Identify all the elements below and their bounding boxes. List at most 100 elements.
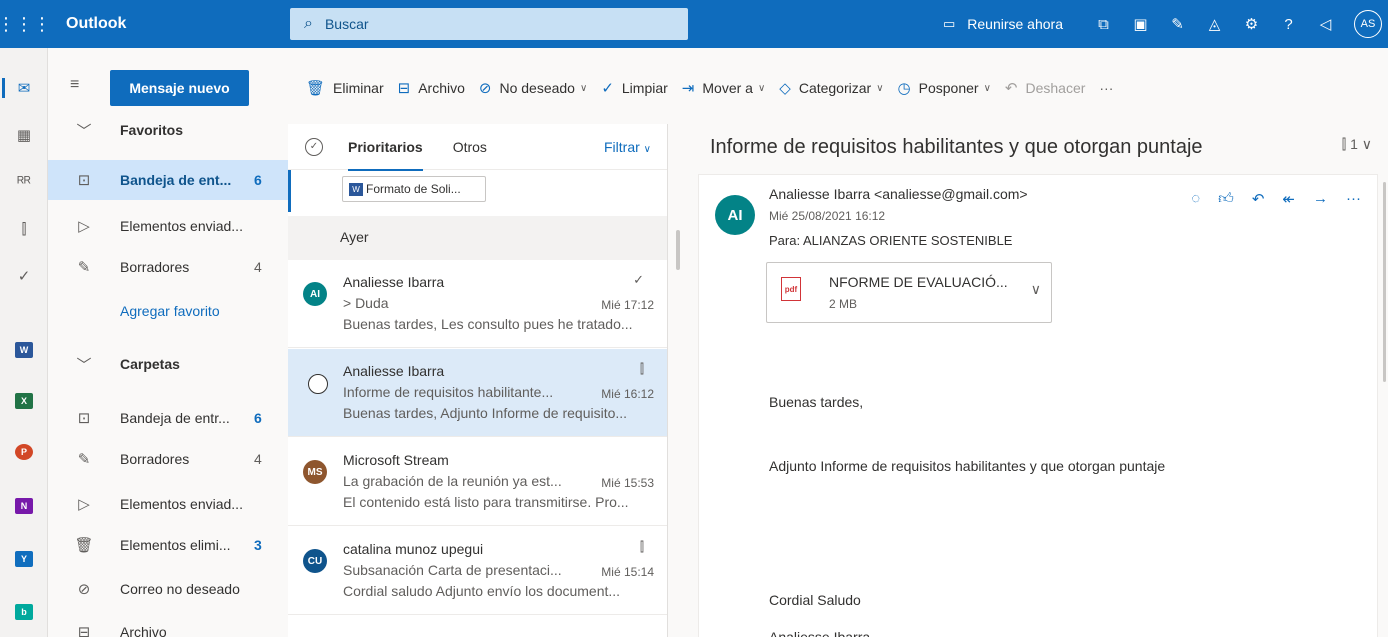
folders-label: Carpetas [120,356,180,372]
help-icon[interactable]: ? [1270,16,1307,33]
reply-all-icon[interactable]: ↞ [1282,190,1295,208]
meet-now-button[interactable]: ▭ Reunirse ahora [943,16,1063,32]
calendar-icon[interactable]: ▦ [0,119,48,151]
pdf-icon: pdf [781,277,801,301]
folder-sent-favorite[interactable]: ▷ Elementos enviad... [48,206,288,246]
search-box[interactable]: ⌕ Buscar [290,8,688,40]
menu-icon[interactable]: ≡ [70,76,79,94]
excel-app-icon[interactable]: X [0,385,48,417]
chevron-down-icon[interactable]: ∨ [1031,281,1041,298]
app-launcher-icon[interactable]: ⋮⋮⋮ [0,0,51,48]
bookings-app-icon[interactable]: b [0,596,48,628]
paperclip-icon[interactable]: ⫿ [0,213,48,245]
word-icon[interactable]: ▣ [1122,15,1159,33]
chevron-down-icon: ∨ [876,82,884,94]
top-bar-actions: ▭ Reunirse ahora ⧉ ▣ ✎ ◬ ⚙ ? ◁ AS [943,0,1388,48]
sender-address[interactable]: Analiesse Ibarra <analiesse@gmail.com> [769,186,1028,202]
folder-drafts[interactable]: ✎ Borradores 4 [48,439,288,479]
message-time: Mié 17:12 [601,298,654,312]
pencil-icon: ✎ [77,259,91,276]
teams-icon[interactable]: ⧉ [1085,16,1122,33]
archive-label: Archivo [418,80,465,96]
search-placeholder: Buscar [324,16,369,32]
body-greeting: Buenas tardes, [769,394,864,410]
attachment-chip[interactable]: W Formato de Soli... [342,176,486,202]
folders-header[interactable]: ﹀ Carpetas [48,344,288,384]
categorize-label: Categorizar [798,80,872,96]
gear-icon[interactable]: ⚙ [1233,15,1270,33]
select-message-radio[interactable] [308,374,328,394]
word-app-icon[interactable]: W [0,334,48,366]
tab-focused[interactable]: Prioritarios [348,139,423,171]
folder-label: Elementos enviad... [120,496,243,512]
onenote-app-icon[interactable]: N [0,490,48,522]
todo-icon[interactable]: ✎ [1159,15,1196,33]
sweep-button[interactable]: ✓ Limpiar [601,79,667,97]
chevron-down-icon: ∨ [579,82,588,94]
favorites-header[interactable]: ﹀ Favoritos [48,110,288,150]
forward-icon[interactable]: → [1313,190,1328,208]
draft-count: 4 [254,259,262,275]
snooze-button[interactable]: ◷ Posponer ∨ [898,79,991,97]
folder-junk[interactable]: ⊘ Correo no deseado [48,569,288,609]
chevron-down-icon: ﹀ [76,356,92,374]
folder-archive[interactable]: ⊟ Archivo [48,612,288,637]
attachment-count-button[interactable]: ⫿ 1 ∨ [1342,136,1372,153]
new-message-button[interactable]: Mensaje nuevo [110,70,249,106]
folder-drafts-favorite[interactable]: ✎ Borradores 4 [48,247,288,287]
move-button[interactable]: ⇥ Mover a ∨ [682,79,765,97]
snooze-label: Posponer [918,80,979,96]
message-item-selected[interactable]: Analiesse Ibarra ⫿ Informe de requisitos… [288,349,667,437]
like-icon[interactable]: 👍︎ [1218,190,1234,208]
archive-button[interactable]: ⊟ Archivo [398,79,465,97]
app-name[interactable]: Outlook [66,15,290,33]
block-icon: ⊘ [77,581,91,598]
powerpoint-app-icon[interactable]: P [0,436,48,468]
trash-icon: 🗑︎ [74,537,94,554]
select-all-checkbox[interactable]: ✓ [305,137,323,156]
scrollbar-thumb[interactable] [676,230,680,270]
sender-avatar: AI [303,282,327,306]
junk-button[interactable]: ⊘ No deseado ∨ [479,79,587,97]
chevron-down-icon: ∨ [983,82,991,94]
message-item[interactable]: MS Microsoft Stream La grabación de la r… [288,438,667,526]
folder-inbox-favorite[interactable]: ⊡ Bandeja de ent... 6 [48,160,288,200]
message-subject: > Duda [343,295,389,311]
message-actions: ◌ 👍︎ ↶ ↞ → ··· [1173,190,1361,208]
message-item[interactable]: CU catalina munoz upegui ⫿ Subsanación C… [288,527,667,615]
message-sender: Microsoft Stream [343,452,449,468]
folder-sent[interactable]: ▷ Elementos enviad... [48,484,288,524]
attachment-count: 1 [1350,136,1358,152]
checkmark-icon[interactable]: ✓ [0,260,48,292]
more-actions-icon[interactable]: ··· [1346,190,1361,208]
scrollbar-thumb[interactable] [1383,182,1386,382]
app-rail: ✉ ▦ ᴿᴿ ⫿ ✓ W X P N Y b [0,48,48,637]
more-commands-button[interactable]: ··· [1099,80,1113,96]
feedback-icon[interactable]: ◁ [1307,15,1344,33]
unread-count: 3 [254,537,262,553]
reply-icon[interactable]: ↶ [1252,190,1265,208]
folder-deleted[interactable]: 🗑︎ Elementos elimi... 3 [48,525,288,565]
message-list-scrollbar[interactable] [674,176,682,636]
delete-label: Eliminar [333,80,384,96]
message-item[interactable]: AI Analiesse Ibarra ✓ > Duda Mié 17:12 B… [288,260,667,348]
clock-icon: ◷ [897,80,911,97]
undo-button[interactable]: ↶ Deshacer [1005,79,1086,97]
more-label: ··· [1099,80,1114,96]
attachment-card[interactable]: pdf NFORME DE EVALUACIÓ... 2 MB ∨ [766,262,1052,323]
tag-icon: ◇ [779,80,791,97]
filter-button[interactable]: Filtrar ∨ [604,139,651,155]
user-avatar[interactable]: AS [1354,10,1382,38]
mail-icon[interactable]: ✉ [0,72,48,104]
folder-inbox[interactable]: ⊡ Bandeja de entr... 6 [48,398,288,438]
bell-icon[interactable]: ◬ [1196,15,1233,33]
sender-avatar[interactable]: AI [715,195,755,235]
add-favorite-link[interactable]: Agregar favorito [48,291,288,331]
yammer-app-icon[interactable]: Y [0,543,48,575]
people-icon[interactable]: ᴿᴿ [0,166,48,198]
immersive-reader-icon[interactable]: ◌ [1191,190,1200,208]
reading-pane-scrollbar[interactable] [1381,176,1388,636]
delete-button[interactable]: 🗑︎ Eliminar [306,79,384,97]
tab-other[interactable]: Otros [453,139,487,155]
categorize-button[interactable]: ◇ Categorizar ∨ [779,79,883,97]
